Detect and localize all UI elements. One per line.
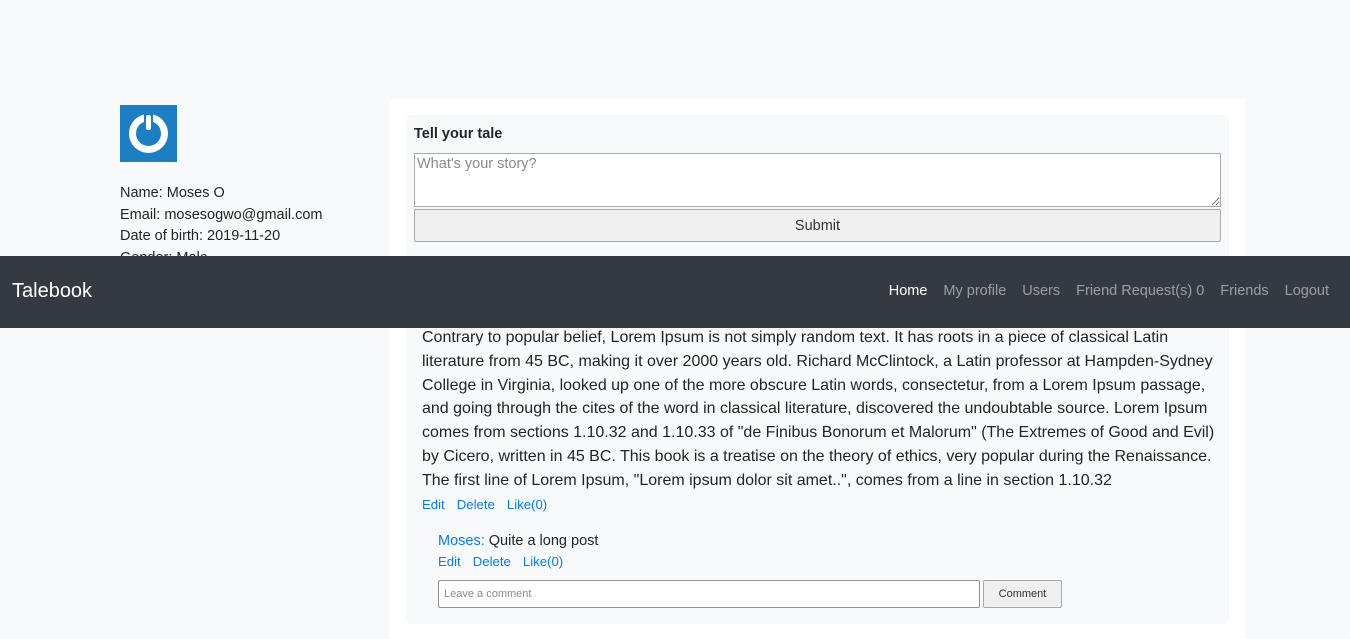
comment-text: Quite a long post <box>488 533 599 549</box>
story-input[interactable] <box>414 153 1221 207</box>
post-delete-link[interactable]: Delete <box>457 497 495 512</box>
navbar: Talebook Home My profile Users Friend Re… <box>0 256 1350 328</box>
comment-edit-link[interactable]: Edit <box>438 554 461 569</box>
nav-users[interactable]: Users <box>1022 283 1060 299</box>
submit-button[interactable]: Submit <box>414 209 1221 242</box>
post-actions: Edit Delete Like(0) <box>422 497 559 512</box>
nav-home[interactable]: Home <box>889 283 928 299</box>
compose-form: Tell your tale Submit <box>406 115 1229 265</box>
comment-input[interactable] <box>438 580 980 608</box>
comment-delete-link[interactable]: Delete <box>473 554 511 569</box>
post-card: Contrary to popular belief, Lorem Ipsum … <box>406 277 1229 624</box>
main-panel: Tell your tale Submit Contrary to popula… <box>390 99 1245 639</box>
comment-button[interactable]: Comment <box>983 580 1062 608</box>
comment: Moses: Quite a long post <box>438 533 598 549</box>
comment-actions: Edit Delete Like(0) <box>438 554 575 569</box>
comment-like-link[interactable]: Like(0) <box>523 554 563 569</box>
profile-name: Name: Moses O <box>120 185 225 201</box>
nav-logout[interactable]: Logout <box>1285 283 1329 299</box>
profile-email: Email: mosesogwo@gmail.com <box>120 206 323 223</box>
profile-panel: Name: Moses O Email: mosesogwo@gmail.com… <box>120 105 380 269</box>
profile-dob: Date of birth: 2019-11-20 <box>120 228 281 244</box>
comment-author-link[interactable]: Moses: <box>438 533 485 549</box>
nav-my-profile[interactable]: My profile <box>943 283 1006 299</box>
nav-friends[interactable]: Friends <box>1220 283 1268 299</box>
post-like-link[interactable]: Like(0) <box>507 497 547 512</box>
brand-link[interactable]: Talebook <box>12 280 92 303</box>
compose-title: Tell your tale <box>414 126 503 142</box>
nav-menu: Home My profile Users Friend Request(s) … <box>889 283 1329 299</box>
avatar <box>120 105 177 162</box>
nav-friend-requests[interactable]: Friend Request(s) 0 <box>1076 283 1204 299</box>
post-edit-link[interactable]: Edit <box>422 497 445 512</box>
post-text: Contrary to popular belief, Lorem Ipsum … <box>422 329 1215 489</box>
